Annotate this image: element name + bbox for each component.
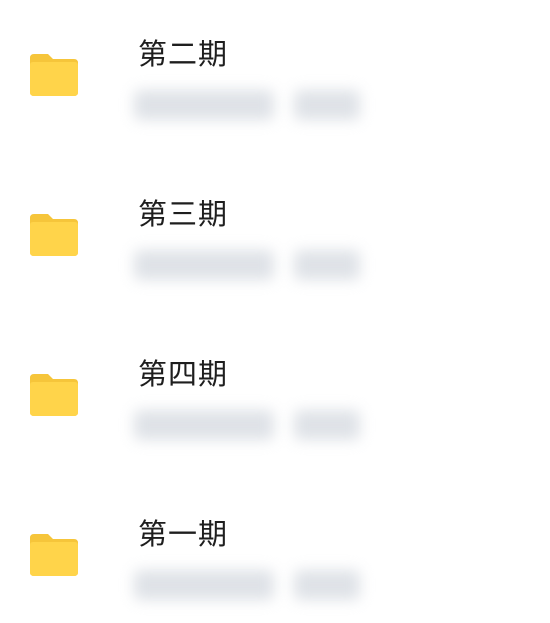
folder-row[interactable]: 第一期 xyxy=(0,500,550,620)
folder-list: 第二期 第三期 第四期 第一期 xyxy=(0,0,550,623)
folder-name: 第一期 xyxy=(138,517,229,551)
folder-icon xyxy=(28,212,80,256)
folder-meta-redacted xyxy=(134,570,366,600)
folder-row[interactable]: 第四期 xyxy=(0,340,550,460)
folder-meta-redacted xyxy=(134,250,366,280)
folder-icon xyxy=(28,372,80,416)
folder-meta-redacted xyxy=(134,410,366,440)
folder-icon xyxy=(28,52,80,96)
folder-icon xyxy=(28,532,80,576)
folder-name: 第四期 xyxy=(138,357,229,391)
folder-row[interactable]: 第二期 xyxy=(0,20,550,140)
folder-name: 第二期 xyxy=(138,37,229,71)
folder-name: 第三期 xyxy=(138,197,229,231)
folder-row[interactable]: 第三期 xyxy=(0,180,550,300)
folder-meta-redacted xyxy=(134,90,366,120)
